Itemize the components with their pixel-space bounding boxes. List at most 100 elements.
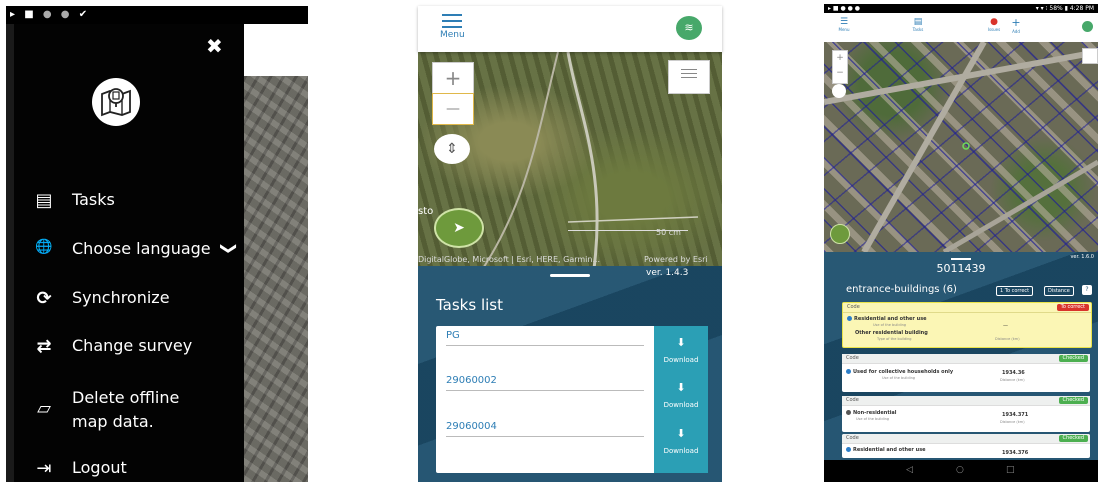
translate-icon: 🌐 <box>35 239 53 255</box>
use-dot-icon <box>846 369 851 374</box>
nav-issues[interactable]: ● Issues <box>984 17 1004 32</box>
code-label: Code <box>846 355 859 361</box>
code-label: Code <box>847 304 860 310</box>
status-icons-left: ▸ ■ ● ● ● <box>828 5 861 12</box>
status-bar: ▸ ■ ● ● ✔ <box>6 6 308 24</box>
distance-label: Distance (km) <box>995 337 1020 341</box>
nav-menu[interactable]: ☰ Menu <box>834 17 854 32</box>
wifi-status-icon[interactable]: ≋ <box>676 16 702 40</box>
map-building-icon <box>101 88 131 117</box>
layers-list-button[interactable] <box>668 60 710 94</box>
use-dot-icon <box>847 316 852 321</box>
menu-label-synchronize: Synchronize <box>72 288 170 307</box>
drawer: ✖ ▤ Tasks 🌐 Choose language ❯ ⟳ Synchron… <box>6 24 244 482</box>
menu-item-synchronize[interactable]: ⟳ Synchronize <box>6 288 246 309</box>
list-icon <box>681 69 697 78</box>
divider <box>446 390 644 391</box>
status-bar: ▸ ■ ● ● ● ▾ ▾ ⁝ 58% ▮ 4:28 PM <box>824 4 1098 13</box>
panel-3-tablet-screen: ▸ ■ ● ● ● ▾ ▾ ⁝ 58% ▮ 4:28 PM ☰ Menu ▤ Tas… <box>824 4 1098 482</box>
version-label: ver. 1.6.0 <box>1070 254 1094 260</box>
menu-item-change-survey[interactable]: ⇄ Change survey <box>6 336 246 357</box>
distance-value: 1934.36 <box>1002 370 1025 376</box>
building-use: Residential and other use <box>847 316 927 322</box>
attribution-text: DigitalGlobe, Microsoft | Esri, HERE, Ga… <box>418 255 601 264</box>
wifi-status-icon[interactable] <box>1082 21 1093 32</box>
download-icon: ⬇ <box>676 427 686 440</box>
parcel-id: 5011439 <box>936 262 986 275</box>
zoom-controls[interactable]: + − <box>832 50 848 84</box>
scale-label: 50 cm <box>656 228 681 237</box>
building-card[interactable]: Code Checked Residential and other use 1… <box>842 434 1090 458</box>
code-label: Code <box>846 397 859 403</box>
layers-button[interactable] <box>1082 48 1098 64</box>
building-card[interactable]: Code To correct Residential and other us… <box>842 302 1092 348</box>
locate-me-button[interactable] <box>830 224 850 244</box>
divider <box>446 345 644 346</box>
code-label: Code <box>846 435 859 441</box>
building-type: Other residential building <box>855 330 928 336</box>
drag-handle[interactable] <box>951 258 971 260</box>
nav-add-label: Add <box>1012 29 1020 34</box>
panel-2-tasks-screen: Menu ≋ + — ⇕ sto ➤ 50 cm DigitalGlobe, M… <box>418 6 722 482</box>
building-card[interactable]: Code Checked Non-residential Use of the … <box>842 396 1090 432</box>
to-correct-filter-button[interactable]: 1 To correct <box>996 286 1034 296</box>
status-badge: To correct <box>1056 304 1089 311</box>
building-card[interactable]: Code Checked Used for collective househo… <box>842 354 1090 392</box>
menu-label[interactable]: Menu <box>440 30 465 40</box>
drag-handle[interactable] <box>550 274 590 277</box>
zoom-in-button[interactable]: + <box>432 62 474 94</box>
zoom-out-button[interactable]: — <box>432 93 474 125</box>
nav-add[interactable]: + Add <box>1006 16 1026 34</box>
app-logo <box>92 78 140 126</box>
top-app-bar: ☰ Menu ▤ Tasks ● Issues + Add <box>824 13 1098 42</box>
back-icon[interactable]: ◁ <box>906 465 913 475</box>
menu-label-logout: Logout <box>72 458 127 477</box>
help-button[interactable]: ? <box>1082 285 1092 295</box>
compass-button[interactable]: ⇕ <box>434 134 470 164</box>
task-code: 29060004 <box>446 421 497 432</box>
sync-icon: ⟳ <box>36 288 52 309</box>
map-roads <box>824 42 1098 252</box>
distance-value: 1934.376 <box>1002 450 1029 456</box>
hamburger-menu-icon[interactable] <box>442 14 462 28</box>
building-use: Non-residential <box>846 410 897 416</box>
download-label: Download <box>663 356 699 364</box>
menu-item-logout[interactable]: ⇥ Logout <box>6 458 246 479</box>
chevron-down-icon[interactable]: ❯ <box>220 242 239 255</box>
nav-tasks[interactable]: ▤ Tasks <box>908 17 928 32</box>
distance-value: 1934.371 <box>1002 412 1029 418</box>
building-use-sub: Use of the building <box>873 323 907 327</box>
home-icon[interactable]: ○ <box>956 465 964 475</box>
satellite-map[interactable] <box>244 76 308 482</box>
distance-value: — <box>1003 323 1008 329</box>
top-app-bar: Menu ≋ <box>418 6 722 52</box>
map-label-left: sto <box>418 206 434 217</box>
status-icon-5: ✔ <box>78 9 88 20</box>
nav-tasks-label: Tasks <box>912 27 924 32</box>
menu-item-choose-language[interactable]: 🌐 Choose language ❯ <box>6 239 246 258</box>
menu-item-delete-offline-map-data[interactable]: ▱ Delete offline map data. <box>6 386 246 434</box>
locate-me-button[interactable]: ➤ <box>434 208 484 248</box>
status-badge: Checked <box>1058 397 1088 404</box>
status-badge: Checked <box>1058 435 1088 442</box>
menu-label-choose-language: Choose language <box>72 239 211 258</box>
distance-sort-button[interactable]: Distance <box>1044 286 1074 296</box>
download-button[interactable]: ⬇ Download <box>654 417 708 473</box>
building-use: Residential and other use <box>846 447 926 453</box>
logout-icon: ⇥ <box>36 458 52 479</box>
recents-icon[interactable]: □ <box>1006 465 1015 475</box>
nav-issues-label: Issues <box>987 27 1001 32</box>
status-icon-1: ▸ <box>10 9 16 20</box>
task-card[interactable]: 29060004 ⬇ Download <box>436 417 708 473</box>
compass-button[interactable] <box>832 84 846 98</box>
close-icon[interactable]: ✖ <box>206 34 223 58</box>
building-type-sub: Type of the building <box>877 337 912 341</box>
download-label: Download <box>663 401 699 409</box>
download-label: Download <box>663 447 699 455</box>
menu-label-change-survey: Change survey <box>72 336 193 355</box>
divider <box>446 436 644 437</box>
menu-item-tasks[interactable]: ▤ Tasks <box>6 190 246 211</box>
status-badge: Checked <box>1058 355 1088 362</box>
nav-menu-label: Menu <box>838 27 850 32</box>
building-use: Used for collective households only <box>846 369 953 375</box>
